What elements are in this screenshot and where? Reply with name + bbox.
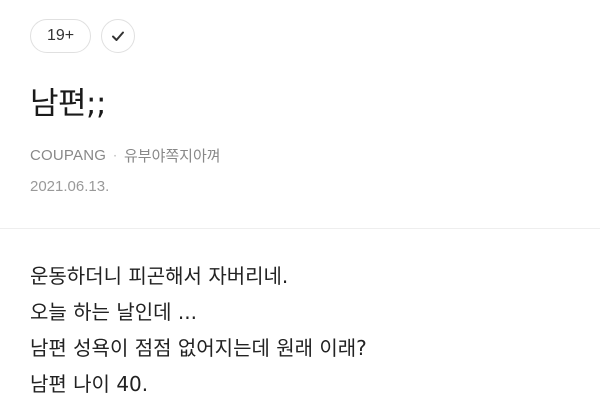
body-line: 운동하더니 피곤해서 자버리네. — [30, 264, 289, 288]
meta-separator: · — [113, 148, 117, 163]
divider — [0, 228, 600, 229]
age-restriction-badge[interactable]: 19+ — [30, 19, 92, 53]
body-line: 남편 나이 40. — [30, 372, 149, 396]
post-meta: COUPANG · 유부야쪽지아껴 — [30, 145, 221, 166]
post-source: COUPANG — [30, 147, 107, 164]
body-line: 오늘 하는 날인데 ... — [30, 300, 197, 324]
post-body: 운동하더니 피곤해서 자버리네. 오늘 하는 날인데 ... 남편 성욕이 점점… — [30, 258, 367, 402]
body-line: 남편 성욕이 점점 없어지는데 원래 이래? — [30, 336, 367, 360]
tag-row: 19+ — [30, 19, 136, 53]
post-date: 2021.06.13. — [30, 178, 110, 195]
post-title: 남편;; — [30, 86, 106, 122]
check-icon — [112, 31, 125, 41]
check-button[interactable] — [101, 19, 136, 53]
post-author[interactable]: 유부야쪽지아껴 — [124, 145, 221, 166]
age-restriction-label: 19+ — [47, 27, 75, 44]
